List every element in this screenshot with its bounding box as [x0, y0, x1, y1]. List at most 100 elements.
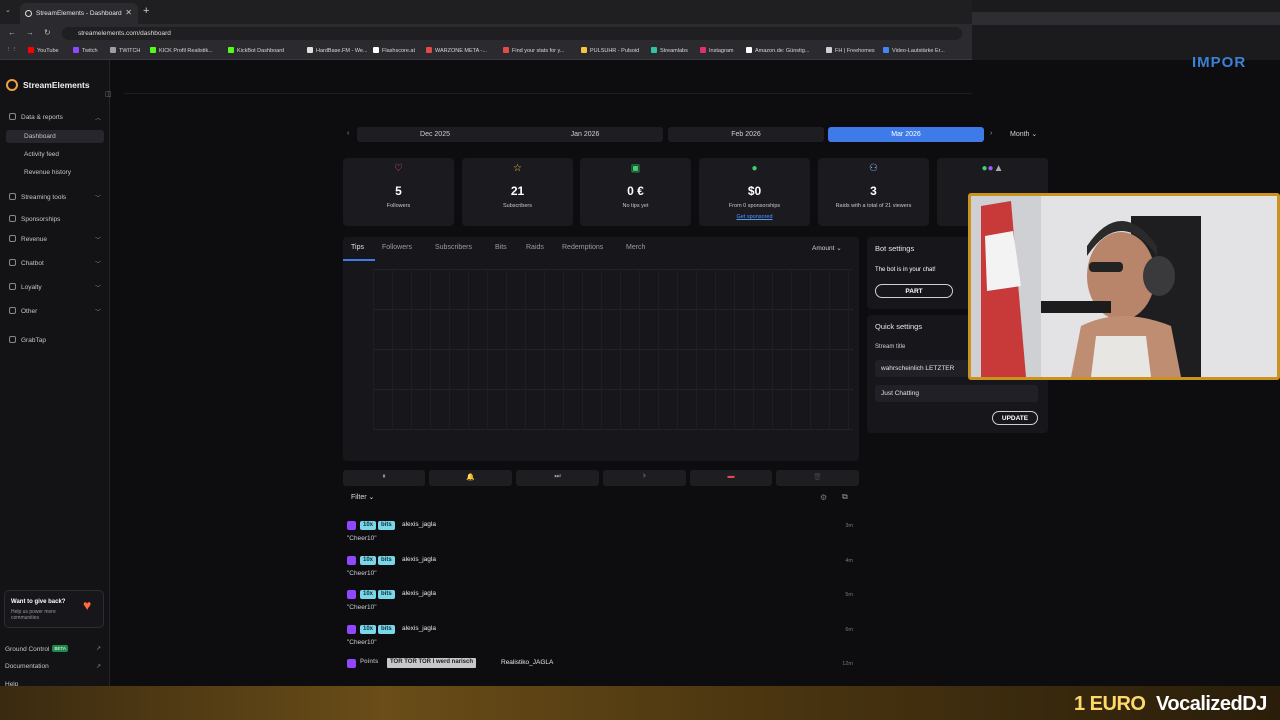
- bookmark-favicon-icon: [746, 47, 752, 53]
- sidebar-item-dashboard[interactable]: Dashboard: [24, 133, 56, 140]
- url-field[interactable]: streamelements.com/dashboard: [62, 27, 962, 40]
- tab-tips[interactable]: Tips: [351, 244, 364, 251]
- feed-message: "Cheer10": [347, 570, 377, 577]
- browser-tab[interactable]: StreamElements - Dashboard ✕: [20, 3, 138, 24]
- trash-icon: 🗑: [813, 474, 822, 481]
- bookmark-item[interactable]: Amazon.de: Günstig...: [746, 47, 809, 54]
- ground-control-link[interactable]: Ground Control BETA: [5, 645, 68, 653]
- brand-name: StreamElements: [23, 80, 90, 90]
- feed-message: "Cheer10": [347, 535, 377, 542]
- new-tab-icon[interactable]: +: [143, 5, 149, 17]
- bookmark-item[interactable]: PULSUHR - Pulsoid: [581, 47, 639, 54]
- give-back-card[interactable]: Want to give back? Help us power more co…: [4, 590, 104, 628]
- nav-chatbot[interactable]: Chatbot: [9, 259, 44, 267]
- stop-button[interactable]: ▬: [690, 470, 772, 486]
- bookmark-item[interactable]: FH | Freehomes: [826, 47, 875, 54]
- tab-merch[interactable]: Merch: [626, 244, 645, 251]
- month-tab[interactable]: Dec 2025: [357, 127, 513, 142]
- feed-username: alexis_jagla: [402, 590, 436, 597]
- nav-loyalty[interactable]: Loyalty: [9, 283, 42, 291]
- tab-raids[interactable]: Raids: [526, 244, 544, 251]
- pause-feed-button[interactable]: ⏸: [343, 470, 425, 486]
- chart-vertical-gridline: [487, 269, 488, 429]
- sidebar-item-activity-feed[interactable]: Activity feed: [24, 151, 59, 158]
- forward-icon[interactable]: →: [26, 28, 34, 37]
- tab-subscribers[interactable]: Subscribers: [435, 244, 472, 251]
- star-icon: ☆: [513, 163, 522, 174]
- close-tab-icon[interactable]: ✕: [125, 8, 132, 17]
- period-dropdown[interactable]: Month ⌄: [1010, 130, 1037, 138]
- month-tab-active[interactable]: Mar 2026: [828, 127, 984, 142]
- popout-icon[interactable]: ⧉: [842, 492, 848, 502]
- month-tab[interactable]: Jan 2026: [507, 127, 663, 142]
- nav-data-reports[interactable]: Data & reports: [9, 113, 63, 121]
- documentation-link[interactable]: Documentation: [5, 663, 49, 670]
- feed-event-row[interactable]: 10x bits alexis_jagla "Cheer10" 6m: [347, 624, 857, 656]
- bookmark-item[interactable]: Video-Lautstärke Er...: [883, 47, 945, 54]
- category-input[interactable]: Just Chatting: [875, 385, 1038, 402]
- part-button[interactable]: PART: [875, 284, 953, 298]
- twitch-icon: [347, 625, 356, 634]
- metric-dropdown[interactable]: Amount ⌄: [812, 244, 842, 252]
- update-button[interactable]: UPDATE: [992, 411, 1038, 425]
- gear-icon[interactable]: ⚙: [820, 493, 827, 502]
- bookmark-item[interactable]: KICK Profil Realistik...: [150, 47, 213, 54]
- sidebar: StreamElements Data & reports ︿ Dashboar…: [0, 60, 110, 690]
- get-sponsored-link[interactable]: Get sponsored: [699, 214, 810, 220]
- clear-button[interactable]: 🗑: [776, 470, 859, 486]
- bookmark-favicon-icon: [700, 47, 706, 53]
- sidebar-collapse-icon[interactable]: ◫: [105, 90, 112, 98]
- tab-redemptions[interactable]: Redemptions: [562, 244, 603, 251]
- chevron-down-icon: ﹀: [95, 238, 102, 244]
- nav-other[interactable]: Other: [9, 307, 37, 315]
- back-icon[interactable]: ←: [8, 28, 16, 37]
- chart-vertical-gridline: [430, 269, 431, 429]
- next-month-icon[interactable]: ›: [990, 130, 992, 137]
- bookmark-favicon-icon: [503, 47, 509, 53]
- bookmark-item[interactable]: Streamlabs: [651, 47, 688, 54]
- chart-vertical-gridline: [582, 269, 583, 429]
- nav-streaming-tools[interactable]: Streaming tools: [9, 193, 66, 201]
- bookmark-item[interactable]: TWITCH: [110, 47, 140, 54]
- streamelements-logo-icon: [6, 79, 18, 91]
- chart-vertical-gridline: [829, 269, 830, 429]
- bookmark-item[interactable]: Instagram: [700, 47, 733, 54]
- feed-event-row[interactable]: 10x bits alexis_jagla "Cheer10" 3m: [347, 520, 857, 552]
- nav-sponsorships[interactable]: Sponsorships: [9, 215, 60, 223]
- bookmark-item[interactable]: Flashscore.at: [373, 47, 415, 54]
- chart-icon: [9, 113, 16, 120]
- feed-event-row[interactable]: 10x bits alexis_jagla "Cheer10" 5m: [347, 589, 857, 621]
- tab-list-menu-icon[interactable]: ⌄: [5, 6, 11, 14]
- tab-followers[interactable]: Followers: [382, 244, 412, 251]
- donor-name: VocalizedDJ: [1156, 693, 1267, 715]
- bookmark-item[interactable]: WARZONE META -...: [426, 47, 487, 54]
- bookmark-item[interactable]: Find your stats for y...: [503, 47, 564, 54]
- bookmark-favicon-icon: [651, 47, 657, 53]
- chart-vertical-gridline: [848, 269, 849, 429]
- alerts-button[interactable]: 🔔: [429, 470, 512, 486]
- skip-alert-button[interactable]: ⏭: [516, 470, 599, 486]
- bookmark-item[interactable]: KickBot Dashboard: [228, 47, 284, 54]
- feed-age: 6m: [845, 627, 853, 633]
- feed-filter-dropdown[interactable]: Filter ⌄: [351, 493, 374, 501]
- replay-button[interactable]: ⏵: [603, 470, 686, 486]
- give-back-title: Want to give back?: [11, 599, 66, 605]
- stat-card-sponsorships: ● $0 From 0 sponsorships Get sponsored: [699, 158, 810, 226]
- feed-event-row[interactable]: 10x bits alexis_jagla "Cheer10" 4m: [347, 555, 857, 587]
- sidebar-item-revenue-history[interactable]: Revenue history: [24, 169, 71, 176]
- chart-gridline: [373, 309, 853, 310]
- stop-icon: ▬: [727, 473, 735, 480]
- chart-vertical-gridline: [639, 269, 640, 429]
- apps-grid-icon[interactable]: ⋮⋮: [6, 47, 17, 53]
- bookmark-item[interactable]: Twitch: [73, 47, 98, 54]
- tab-bits[interactable]: Bits: [495, 244, 507, 251]
- bookmark-item[interactable]: HardBase.FM - We...: [307, 47, 368, 54]
- bookmark-item[interactable]: YouTube: [28, 47, 59, 54]
- bits-badge: bits: [378, 625, 395, 634]
- month-tab[interactable]: Feb 2026: [668, 127, 824, 142]
- reload-icon[interactable]: ↻: [44, 28, 51, 37]
- nav-grabtap[interactable]: GrabTap: [9, 336, 46, 344]
- feed-points-row[interactable]: Points TOR TOR TOR I werd narisch Realisti…: [347, 658, 857, 678]
- nav-revenue[interactable]: Revenue: [9, 235, 47, 243]
- loyalty-icon: [9, 283, 16, 290]
